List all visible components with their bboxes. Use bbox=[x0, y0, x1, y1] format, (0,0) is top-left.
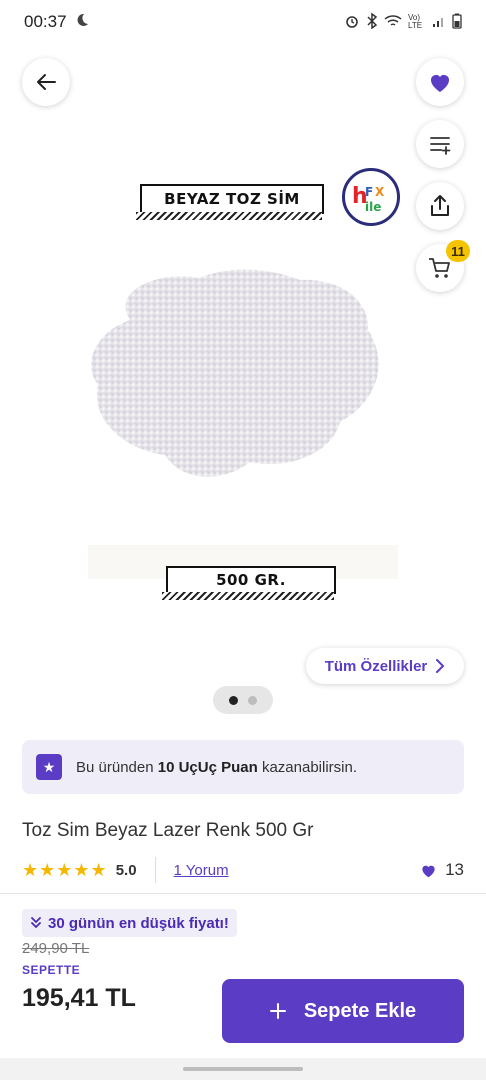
divider bbox=[154, 857, 156, 883]
lowest-price-text: 30 günün en düşük fiyatı! bbox=[48, 914, 229, 932]
cart-count-badge: 11 bbox=[446, 240, 470, 262]
product-title: Toz Sim Beyaz Lazer Renk 500 Gr bbox=[22, 820, 314, 841]
add-to-cart-label: Sepete Ekle bbox=[303, 999, 417, 1022]
chevron-right-icon bbox=[436, 659, 445, 673]
divider bbox=[0, 893, 486, 894]
share-icon bbox=[431, 195, 449, 216]
svg-text:F: F bbox=[365, 185, 373, 199]
current-price: 195,41 TL bbox=[22, 984, 136, 1012]
carousel-dot-active[interactable] bbox=[229, 695, 238, 705]
carousel-dot[interactable] bbox=[248, 695, 257, 705]
reviews-link[interactable]: 1 Yorum bbox=[174, 862, 229, 879]
points-banner: ★ Bu üründen 10 UçUç Puan kazanabilirsin… bbox=[22, 740, 464, 794]
svg-text:X: X bbox=[375, 185, 385, 199]
plus-icon bbox=[269, 1003, 286, 1019]
heart-icon bbox=[431, 75, 449, 92]
double-chevron-down-icon bbox=[31, 917, 41, 929]
star-ticket-icon: ★ bbox=[36, 754, 62, 780]
in-cart-label: SEPETTE bbox=[22, 963, 81, 977]
lowest-price-badge: 30 günün en düşük fiyatı! bbox=[22, 909, 237, 937]
system-nav-bar bbox=[0, 1058, 486, 1080]
wifi-icon bbox=[384, 14, 402, 31]
points-prefix: Bu üründen bbox=[76, 758, 158, 776]
product-image[interactable] bbox=[70, 160, 410, 620]
heart-icon bbox=[422, 865, 435, 877]
arrow-left-icon bbox=[37, 74, 56, 90]
rating-score: 5.0 bbox=[115, 861, 137, 879]
points-text: Bu üründen 10 UçUç Puan kazanabilirsin. bbox=[76, 759, 357, 776]
all-specs-label: Tüm Özellikler bbox=[324, 657, 428, 675]
likes-count[interactable]: 13 bbox=[420, 860, 464, 880]
points-suffix: kazanabilirsin. bbox=[257, 758, 357, 776]
status-bar: 00:37 Vo) LTE bbox=[0, 0, 486, 44]
volte-icon: Vo) LTE bbox=[408, 13, 423, 30]
glitter-pile-image bbox=[88, 269, 398, 579]
old-price: 249,90 TL bbox=[22, 940, 90, 957]
moon-icon bbox=[75, 12, 89, 32]
label-stripes bbox=[162, 592, 334, 600]
alarm-icon bbox=[344, 13, 360, 32]
share-button[interactable] bbox=[416, 182, 464, 230]
favorite-button[interactable] bbox=[416, 58, 464, 106]
add-to-cart-button[interactable]: Sepete Ekle bbox=[222, 979, 464, 1043]
battery-icon bbox=[452, 13, 462, 32]
svg-text:ile: ile bbox=[365, 200, 381, 214]
label-stripes bbox=[136, 212, 322, 220]
carousel-indicator[interactable] bbox=[213, 686, 273, 714]
add-to-list-button[interactable] bbox=[416, 120, 464, 168]
bluetooth-icon bbox=[366, 12, 378, 32]
status-time: 00:37 bbox=[24, 12, 67, 31]
rating-stars: ★★★★★ bbox=[22, 859, 108, 880]
all-specs-button[interactable]: Tüm Özellikler bbox=[306, 648, 464, 684]
list-add-icon bbox=[430, 137, 451, 155]
brand-logo: h F X ile bbox=[342, 168, 400, 226]
back-button[interactable] bbox=[22, 58, 70, 106]
cart-button[interactable]: 11 bbox=[416, 240, 470, 292]
rating-row: ★★★★★ 5.0 1 Yorum 13 bbox=[22, 856, 464, 884]
likes-number: 13 bbox=[445, 860, 464, 879]
product-label-top: BEYAZ TOZ SİM bbox=[140, 184, 324, 214]
product-label-bottom: 500 GR. bbox=[166, 566, 336, 594]
home-gesture-pill[interactable] bbox=[183, 1067, 303, 1071]
points-amount: 10 UçUç Puan bbox=[157, 758, 258, 776]
cart-icon bbox=[429, 258, 450, 278]
signal-icon bbox=[432, 14, 446, 31]
